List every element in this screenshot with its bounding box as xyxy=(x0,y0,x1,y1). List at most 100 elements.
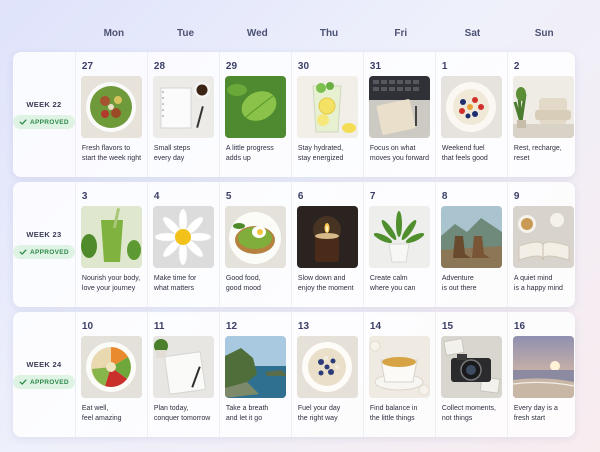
day-cell[interactable]: 4 Make time for what matters xyxy=(148,182,220,307)
day-header-sat: Sat xyxy=(464,28,481,39)
day-header-tue: Tue xyxy=(177,28,195,39)
day-cell[interactable]: 30 Stay hydrated, stay energized xyxy=(292,52,364,177)
check-icon xyxy=(19,379,27,385)
coast-image[interactable] xyxy=(224,336,286,398)
salad-bowl-image[interactable] xyxy=(80,76,142,138)
day-caption: Create calm where you can xyxy=(369,275,416,292)
approved-badge: APPROVED xyxy=(13,375,75,389)
day-date: 4 xyxy=(153,191,160,202)
hiking-boots-image[interactable] xyxy=(440,206,502,268)
day-cell[interactable]: 9 A quiet mind is a happy mind xyxy=(508,182,579,307)
day-caption: Eat well, feel amazing xyxy=(81,405,122,422)
notebook-coffee-image[interactable] xyxy=(152,76,214,138)
day-header-row: Mon Tue Wed Thu Fri Sat Sun xyxy=(78,28,580,39)
day-cell[interactable]: 10 Eat well, feel amazing xyxy=(76,312,148,437)
day-cell[interactable]: 1 Weekend fuel that feels good xyxy=(436,52,508,177)
day-cell[interactable]: 27 Fresh flavors to start the week right xyxy=(76,52,148,177)
day-date: 27 xyxy=(81,61,94,72)
day-cell[interactable]: 14 Find balance in the little things xyxy=(364,312,436,437)
day-caption: Focus on what moves you forward xyxy=(369,145,430,162)
veggie-bowl-image[interactable] xyxy=(80,336,142,398)
daisy-image[interactable] xyxy=(152,206,214,268)
approved-badge: APPROVED xyxy=(13,115,75,129)
day-cell[interactable]: 2 Rest, recharge, reset xyxy=(508,52,579,177)
day-header-fri: Fri xyxy=(394,28,408,39)
week-label-column: WEEK 22 APPROVED xyxy=(13,52,76,177)
day-header-wed: Wed xyxy=(246,28,268,39)
day-cell[interactable]: 5 Good food, good mood xyxy=(220,182,292,307)
day-date: 13 xyxy=(297,321,310,332)
day-cell[interactable]: 12 Take a breath and let it go xyxy=(220,312,292,437)
avocado-toast-image[interactable] xyxy=(224,206,286,268)
day-caption: Make time for what matters xyxy=(153,275,197,292)
day-cell[interactable]: 8 Adventure is out there xyxy=(436,182,508,307)
lemon-water-image[interactable] xyxy=(296,76,358,138)
day-date: 3 xyxy=(81,191,88,202)
day-date: 14 xyxy=(369,321,382,332)
day-date: 11 xyxy=(153,321,165,332)
week-row-23: WEEK 23 APPROVED 3 Nourish your body, lo… xyxy=(13,182,575,307)
week-label: WEEK 24 xyxy=(26,360,62,369)
tea-cup-image[interactable] xyxy=(368,336,430,398)
day-date: 16 xyxy=(513,321,526,332)
week-label: WEEK 22 xyxy=(26,100,62,109)
approved-badge-label: APPROVED xyxy=(30,248,69,256)
day-caption: Collect moments, not things xyxy=(441,405,496,422)
week-label-column: WEEK 23 APPROVED xyxy=(13,182,76,307)
day-caption: Adventure is out there xyxy=(441,275,477,292)
laptop-notebook-image[interactable] xyxy=(368,76,430,138)
check-icon xyxy=(19,249,27,255)
day-date: 1 xyxy=(441,61,448,72)
day-caption: Fuel your day the right way xyxy=(297,405,341,422)
day-date: 29 xyxy=(225,61,238,72)
notebook-plant-image[interactable] xyxy=(152,336,214,398)
book-tea-image[interactable] xyxy=(512,206,574,268)
day-cell[interactable]: 16 Every day is a fresh start xyxy=(508,312,579,437)
green-leaf-image[interactable] xyxy=(224,76,286,138)
day-caption: A little progress adds up xyxy=(225,145,274,162)
day-date: 28 xyxy=(153,61,166,72)
day-date: 15 xyxy=(441,321,454,332)
armchair-plant-image[interactable] xyxy=(512,76,574,138)
day-caption: Stay hydrated, stay energized xyxy=(297,145,344,162)
week-label-column: WEEK 24 APPROVED xyxy=(13,312,76,437)
day-cell[interactable]: 6 Slow down and enjoy the moment xyxy=(292,182,364,307)
week-label: WEEK 23 xyxy=(26,230,62,239)
day-caption: A quiet mind is a happy mind xyxy=(513,275,563,292)
day-cell[interactable]: 15 Collect moments, not things xyxy=(436,312,508,437)
day-date: 8 xyxy=(441,191,448,202)
week-row-24: WEEK 24 APPROVED 10 Eat well, feel amazi… xyxy=(13,312,575,437)
approved-badge-label: APPROVED xyxy=(30,378,69,386)
day-date: 5 xyxy=(225,191,232,202)
day-caption: Take a breath and let it go xyxy=(225,405,269,422)
day-cell[interactable]: 29 A little progress adds up xyxy=(220,52,292,177)
day-caption: Weekend fuel that feels good xyxy=(441,145,488,162)
day-caption: Fresh flavors to start the week right xyxy=(81,145,142,162)
day-cell[interactable]: 3 Nourish your body, love your journey xyxy=(76,182,148,307)
camera-image[interactable] xyxy=(440,336,502,398)
sunset-beach-image[interactable] xyxy=(512,336,574,398)
day-cell[interactable]: 7 Create calm where you can xyxy=(364,182,436,307)
day-cell[interactable]: 28 Small steps every day xyxy=(148,52,220,177)
day-cell[interactable]: 31 Focus on what moves you forward xyxy=(364,52,436,177)
week-row-22: WEEK 22 APPROVED 27 Fresh flavors to sta… xyxy=(13,52,575,177)
day-date: 31 xyxy=(369,61,382,72)
day-cell[interactable]: 13 Fuel your day the right way xyxy=(292,312,364,437)
day-date: 7 xyxy=(369,191,376,202)
check-icon xyxy=(19,119,27,125)
day-date: 2 xyxy=(513,61,520,72)
day-header-mon: Mon xyxy=(103,28,125,39)
green-smoothie-image[interactable] xyxy=(80,206,142,268)
approved-badge-label: APPROVED xyxy=(30,118,69,126)
day-cell[interactable]: 11 Plan today, conquer tomorrow xyxy=(148,312,220,437)
candle-image[interactable] xyxy=(296,206,358,268)
day-date: 30 xyxy=(297,61,310,72)
day-caption: Find balance in the little things xyxy=(369,405,418,422)
potted-plant-image[interactable] xyxy=(368,206,430,268)
day-caption: Good food, good mood xyxy=(225,275,261,292)
oatmeal-image[interactable] xyxy=(296,336,358,398)
day-date: 12 xyxy=(225,321,238,332)
day-date: 10 xyxy=(81,321,94,332)
fruit-plate-image[interactable] xyxy=(440,76,502,138)
day-caption: Rest, recharge, reset xyxy=(513,145,562,162)
